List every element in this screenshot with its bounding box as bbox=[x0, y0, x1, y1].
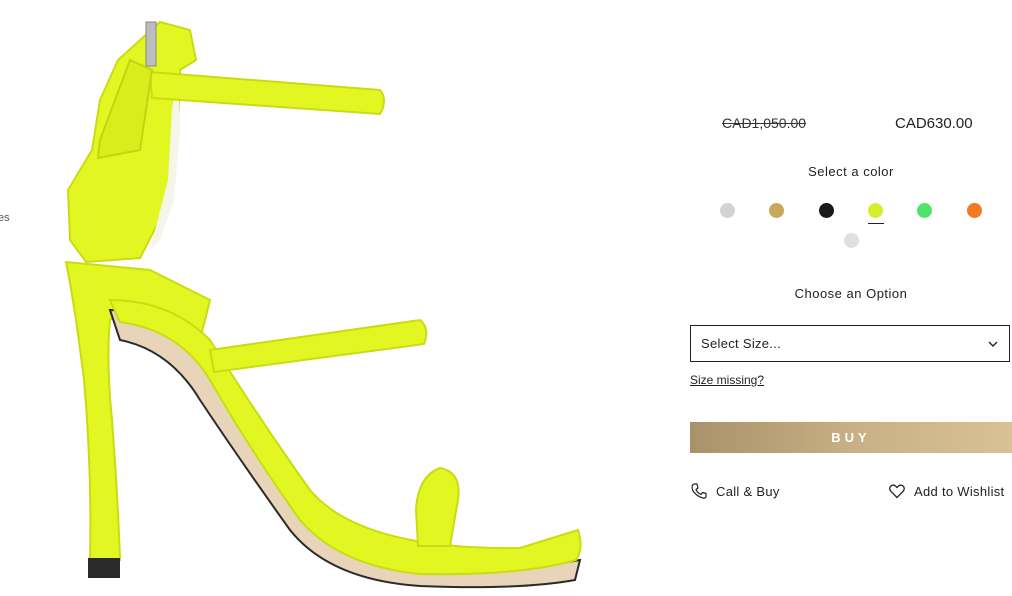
front-strap bbox=[414, 466, 460, 547]
add-to-wishlist-button[interactable]: Add to Wishlist bbox=[888, 482, 1004, 500]
add-to-wishlist-label: Add to Wishlist bbox=[914, 483, 1005, 499]
product-options-panel: CAD1,050.00 CAD630.00 Select a color Cho… bbox=[690, 0, 1012, 596]
size-select[interactable]: Select Size... bbox=[690, 325, 1010, 362]
original-price: CAD1,050.00 bbox=[722, 115, 807, 131]
color-swatch-silver[interactable] bbox=[720, 203, 735, 218]
middle-strap bbox=[208, 318, 428, 374]
color-swatch-gold[interactable] bbox=[769, 203, 784, 218]
heel-tip bbox=[88, 558, 120, 578]
size-missing-link[interactable]: Size missing? bbox=[690, 373, 764, 387]
color-swatch-black[interactable] bbox=[819, 203, 834, 218]
size-option-heading: Choose an Option bbox=[794, 286, 908, 301]
color-swatch-orange[interactable] bbox=[967, 203, 982, 218]
ankle-strap bbox=[148, 70, 385, 116]
selected-swatch-indicator bbox=[868, 223, 884, 224]
color-swatch-neon-yellow[interactable] bbox=[868, 203, 883, 218]
buy-button[interactable]: BUY bbox=[690, 422, 1012, 453]
product-image bbox=[64, 20, 582, 589]
sale-price: CAD630.00 bbox=[895, 115, 973, 132]
color-selector-heading: Select a color bbox=[808, 164, 894, 179]
call-and-buy-label: Call & Buy bbox=[716, 483, 780, 499]
size-select-value: Select Size... bbox=[701, 336, 782, 351]
chevron-down-icon bbox=[988, 341, 998, 347]
color-swatch-green[interactable] bbox=[917, 203, 932, 218]
zipper bbox=[145, 21, 157, 67]
call-and-buy-button[interactable]: Call & Buy bbox=[690, 482, 780, 500]
color-swatch-light-grey[interactable] bbox=[844, 233, 859, 248]
phone-icon bbox=[691, 483, 707, 499]
heart-icon bbox=[889, 484, 905, 499]
